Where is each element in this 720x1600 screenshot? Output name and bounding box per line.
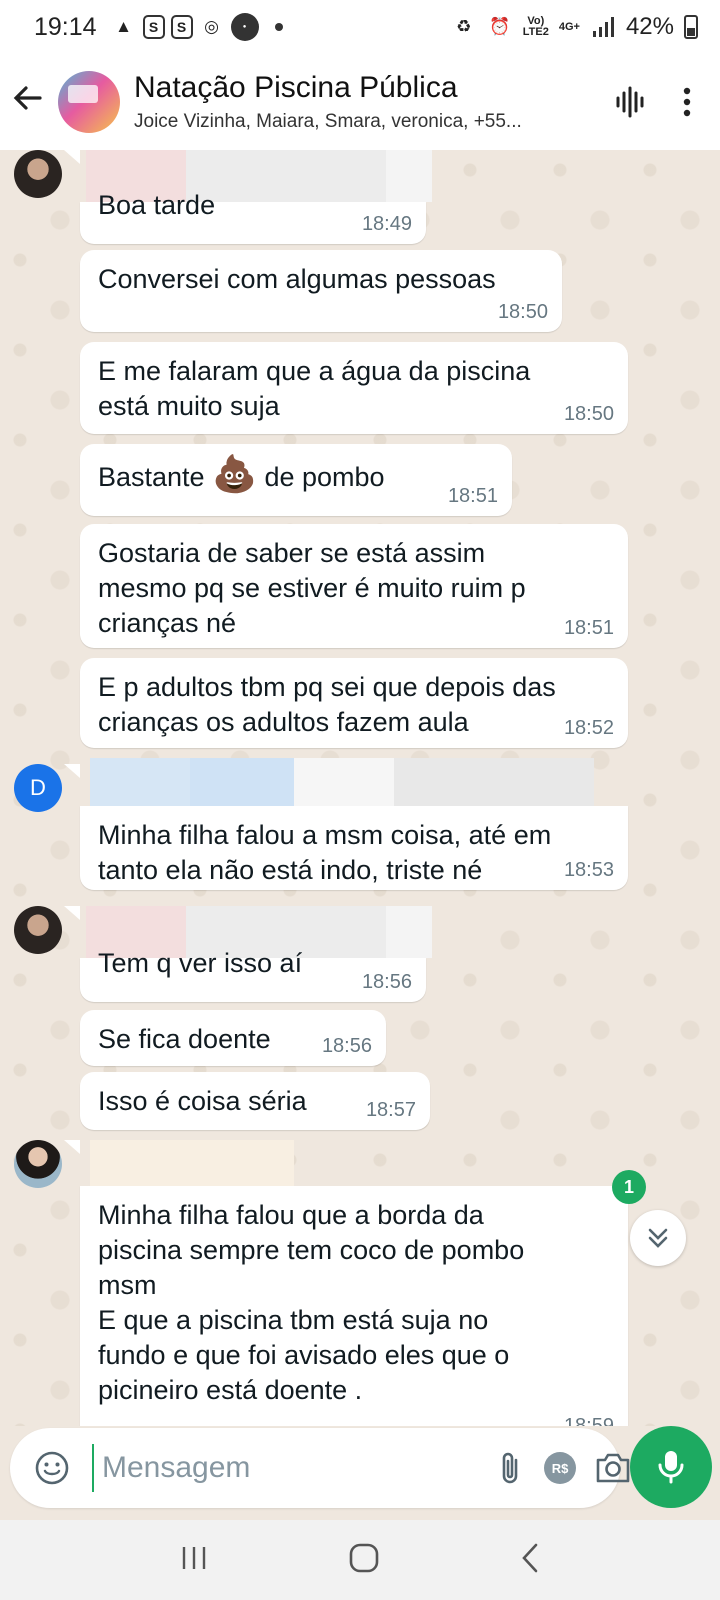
shopee-icon: S bbox=[170, 15, 193, 39]
recycle-icon: ♻ bbox=[456, 17, 472, 36]
sender-number-redacted bbox=[294, 758, 394, 810]
message-bubble[interactable]: Tem q ver isso aí 18:56 bbox=[80, 948, 426, 1002]
message-bubble[interactable]: Gostaria de saber se está assim mesmo pq… bbox=[80, 524, 628, 648]
double-chevron-down-icon bbox=[648, 1228, 668, 1248]
voice-record-button[interactable] bbox=[630, 1426, 712, 1508]
chat-header: Natação Piscina Pública Joice Vizinha, M… bbox=[0, 54, 720, 150]
message-time: 18:56 bbox=[361, 971, 412, 993]
group-avatar[interactable] bbox=[58, 71, 120, 133]
attach-icon[interactable] bbox=[496, 1444, 526, 1492]
avatar[interactable]: D bbox=[14, 764, 62, 812]
svg-text:R$: R$ bbox=[552, 1461, 569, 1476]
warning-icon: ▲ bbox=[115, 17, 132, 36]
message-bubble[interactable]: Minha filha falou que a borda da piscina… bbox=[80, 1186, 628, 1426]
avatar[interactable] bbox=[14, 906, 62, 954]
message-time: 18:56 bbox=[321, 1035, 372, 1057]
message-time: 18:51 bbox=[563, 617, 614, 639]
more-notifications-icon bbox=[274, 23, 283, 31]
back-icon[interactable] bbox=[519, 1542, 541, 1579]
message-composer: R$ bbox=[10, 1428, 630, 1508]
message-bubble[interactable]: Bastante 💩 de pombo 18:51 bbox=[80, 444, 512, 516]
voice-chat-icon[interactable] bbox=[608, 79, 654, 125]
volte-indicator: Vo) LTE2 bbox=[522, 15, 549, 38]
message-time: 18:50 bbox=[497, 301, 548, 323]
back-arrow-icon[interactable] bbox=[0, 82, 58, 123]
message-time: 18:53 bbox=[563, 859, 614, 881]
message-input[interactable] bbox=[92, 1444, 488, 1492]
message-bubble[interactable]: Conversei com algumas pessoas 18:50 bbox=[80, 250, 562, 332]
signal-icon bbox=[590, 14, 616, 40]
message-bubble[interactable]: E me falaram que a água da piscina está … bbox=[80, 342, 628, 434]
message-bubble[interactable]: Minha filha falou a msm coisa, até em ta… bbox=[80, 806, 628, 890]
participants-list: Joice Vizinha, Maiara, Smara, veronica, … bbox=[134, 111, 522, 132]
group-name: Natação Piscina Pública bbox=[134, 71, 458, 104]
unread-count-badge: 1 bbox=[612, 1170, 646, 1204]
message-time: 18:50 bbox=[563, 403, 614, 425]
poop-emoji-icon: 💩 bbox=[212, 453, 257, 494]
message-bubble[interactable]: Isso é coisa séria 18:57 bbox=[80, 1072, 430, 1130]
status-bar: 19:14 ▲ S S ◎ ● ♻ ⏰ Vo) LTE2 4G+ 42% bbox=[0, 0, 720, 54]
shopee-icon: S bbox=[142, 15, 165, 39]
message-list[interactable]: Boa tarde 18:49 Conversei com algumas pe… bbox=[0, 150, 720, 1426]
microphone-icon bbox=[658, 1451, 684, 1484]
message-time: 18:57 bbox=[365, 1099, 416, 1121]
status-time: 19:14 bbox=[34, 12, 97, 41]
message-bubble[interactable]: Boa tarde 18:49 bbox=[80, 190, 426, 244]
message-time: 18:51 bbox=[447, 485, 498, 507]
message-bubble[interactable]: E p adultos tbm pq sei que depois das cr… bbox=[80, 658, 628, 748]
camera-icon[interactable] bbox=[594, 1444, 632, 1492]
battery-icon bbox=[684, 15, 698, 39]
data-indicator: 4G+ bbox=[558, 20, 580, 33]
payment-icon[interactable]: R$ bbox=[542, 1444, 578, 1492]
avatar[interactable] bbox=[14, 150, 62, 198]
sender-name-redacted bbox=[90, 1140, 294, 1192]
alarm-icon: ⏰ bbox=[489, 17, 511, 36]
emoji-icon[interactable] bbox=[34, 1444, 70, 1492]
message-time: 18:59 bbox=[563, 1415, 614, 1426]
chat-info[interactable]: Natação Piscina Pública Joice Vizinha, M… bbox=[134, 71, 608, 133]
app-badge-icon: ● bbox=[230, 13, 259, 41]
battery-percent: 42% bbox=[625, 13, 674, 40]
mercado-icon: ◎ bbox=[204, 17, 219, 36]
more-options-icon[interactable] bbox=[664, 79, 710, 125]
message-time: 18:49 bbox=[361, 213, 412, 235]
notification-icons: ▲ S S ◎ ● bbox=[111, 13, 283, 41]
message-bubble[interactable]: Se fica doente 18:56 bbox=[80, 1010, 386, 1066]
sender-name-redacted bbox=[90, 758, 190, 810]
avatar[interactable] bbox=[14, 1140, 62, 1188]
message-time: 18:52 bbox=[563, 717, 614, 739]
system-navigation-bar bbox=[0, 1520, 720, 1600]
scroll-to-bottom-button[interactable] bbox=[630, 1210, 686, 1266]
recent-apps-icon[interactable] bbox=[179, 1544, 209, 1577]
home-icon[interactable] bbox=[348, 1542, 380, 1579]
